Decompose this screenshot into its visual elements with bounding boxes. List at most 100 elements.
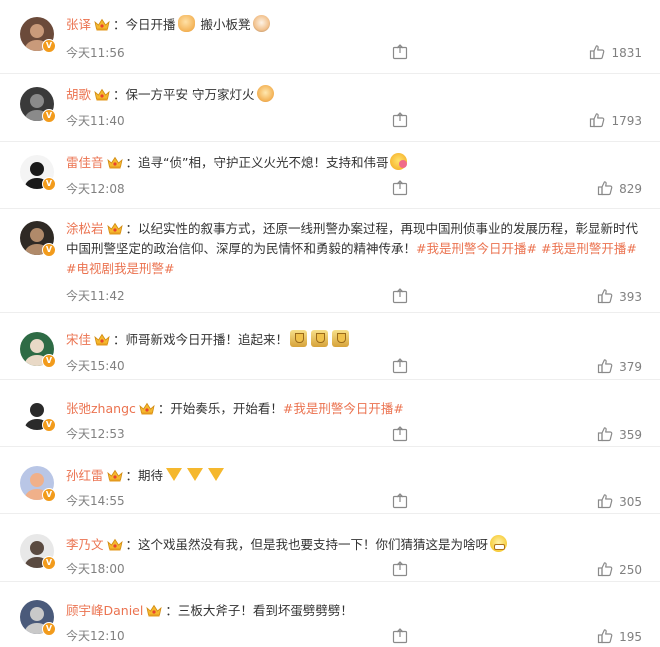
like-count: 393 [619, 290, 642, 304]
crown-icon [146, 603, 162, 617]
like-button[interactable]: 393 [597, 287, 642, 307]
verified-badge: V [42, 177, 56, 191]
share-icon[interactable] [392, 426, 408, 442]
like-button[interactable]: 829 [597, 179, 642, 199]
comment-text: 涂松岩 ：以纪实性的叙事方式，还原一线刑警办案过程，再现中国刑侦事业的发展历程，彰… [66, 219, 642, 279]
comment-item: V 顾宇峰Daniel ：三板大斧子！看到坏蛋劈劈劈！ 今天12:10 195 [0, 582, 660, 647]
share-icon[interactable] [392, 180, 408, 196]
username-link[interactable]: 李乃文 [66, 537, 104, 552]
share-icon[interactable] [392, 493, 408, 509]
topic-link[interactable]: #我是刑警今日开播# [416, 241, 537, 256]
username-link[interactable]: 涂松岩 [66, 221, 104, 236]
pointing-down-emoji [186, 466, 204, 483]
crown-icon [106, 221, 123, 235]
thumbs-up-icon [597, 561, 619, 580]
like-button[interactable]: 1793 [589, 111, 642, 131]
like-button[interactable]: 379 [597, 357, 642, 377]
separator: ： [125, 468, 139, 483]
like-count: 1793 [611, 114, 642, 128]
timestamp: 今天11:56 [66, 46, 125, 60]
share-icon[interactable] [392, 628, 408, 644]
comment-content: 这个戏虽然没有我，但是我也要支持一下！你们猜猜这是为啥呀 [138, 537, 489, 552]
like-button[interactable]: 250 [597, 560, 642, 580]
share-icon[interactable] [392, 112, 408, 128]
timestamp: 今天11:40 [66, 114, 125, 128]
comment-text: 雷佳音 ：追寻“侦”相，守护正义火光不熄！支持和伟哥 [66, 153, 642, 173]
comment-actions: 1793 [392, 111, 642, 131]
comment-content: 保一方平安 守万家灯火 [125, 87, 255, 102]
comment-text: 宋佳 ：师哥新戏今日开播！追起来！ [66, 330, 642, 350]
timestamp: 今天18:00 [66, 562, 125, 576]
topic-link[interactable]: #我是刑警开播# [541, 241, 637, 256]
verified-badge: V [42, 418, 56, 432]
comment-actions: 305 [392, 492, 642, 512]
verified-badge: V [42, 39, 56, 53]
timestamp: 今天14:55 [66, 494, 125, 508]
crown-icon [94, 332, 110, 346]
username-link[interactable]: 胡歌 [66, 87, 91, 102]
cat-emoji [252, 15, 270, 32]
thumbs-up-emoji [177, 15, 195, 32]
crown-icon [94, 17, 110, 31]
separator: ： [165, 603, 178, 618]
like-count: 359 [619, 428, 642, 442]
comment-item: V 宋佳 ：师哥新戏今日开播！追起来！ 今天15:40 379 [0, 313, 660, 380]
comment-actions: 393 [392, 287, 642, 307]
thumbs-up-icon [589, 44, 611, 63]
username-link[interactable]: 孙红雷 [66, 468, 104, 483]
crown-icon [106, 468, 123, 482]
comment-content: 追寻“侦”相，守护正义火光不熄！支持和伟哥 [138, 155, 389, 170]
thumbs-up-icon [597, 358, 619, 377]
share-icon[interactable] [392, 44, 408, 60]
share-icon[interactable] [392, 561, 408, 577]
topic-link[interactable]: #我是刑警今日开播# [283, 401, 404, 416]
share-icon[interactable] [392, 288, 408, 304]
comment-list: V 张译 ：今日开播 搬小板凳 今天11:56 1831 V 胡歌 ：保一方平安 守万家灯火今… [0, 0, 660, 647]
username-link[interactable]: 张译 [66, 17, 91, 32]
thumbs-up-icon [597, 628, 619, 647]
comment-text: 孙红雷 ：期待 [66, 466, 642, 486]
like-count: 379 [619, 360, 642, 374]
username-link[interactable]: 张弛zhangc [66, 401, 136, 416]
username-link[interactable]: 宋佳 [66, 332, 91, 347]
comment-item: V 张弛zhangc ：开始奏乐，开始看！#我是刑警今日开播# 今天12:53 359 [0, 380, 660, 447]
thumbs-up-icon [597, 493, 619, 512]
timestamp: 今天12:08 [66, 182, 125, 196]
comment-content: 期待 [138, 468, 164, 483]
comment-content: 师哥新戏今日开播！追起来！ [125, 332, 289, 347]
comment-actions: 250 [392, 560, 642, 580]
like-button[interactable]: 1831 [589, 43, 642, 63]
username-link[interactable]: 顾宇峰Daniel [66, 603, 143, 618]
separator: ： [125, 537, 139, 552]
candle-emoji [256, 85, 274, 102]
thumbs-up-icon [597, 180, 619, 199]
trophy-emoji [332, 330, 350, 347]
comment-content: 三板大斧子！看到坏蛋劈劈劈！ [177, 603, 353, 618]
like-count: 195 [619, 630, 642, 644]
trophy-emoji [290, 330, 308, 347]
comment-actions: 1831 [392, 43, 642, 63]
comment-content: 搬小板凳 [196, 17, 251, 32]
topic-link[interactable]: #电视剧我是刑警# [66, 261, 174, 276]
separator: ： [157, 401, 171, 416]
username-link[interactable]: 雷佳音 [66, 155, 104, 170]
comment-actions: 829 [392, 179, 642, 199]
like-button[interactable]: 195 [597, 627, 642, 647]
separator: ： [113, 17, 126, 32]
timestamp: 今天15:40 [66, 359, 125, 373]
like-button[interactable]: 359 [597, 425, 642, 445]
separator: ： [113, 87, 126, 102]
crown-icon [106, 537, 123, 551]
pointing-down-emoji [165, 466, 183, 483]
verified-badge: V [42, 488, 56, 502]
like-count: 305 [619, 495, 642, 509]
comment-item: V 胡歌 ：保一方平安 守万家灯火 今天11:40 1793 [0, 74, 660, 142]
comment-item: V 李乃文 ：这个戏虽然没有我，但是我也要支持一下！你们猜猜这是为啥呀 今天18:00… [0, 514, 660, 582]
comment-item: V 涂松岩 ：以纪实性的叙事方式，还原一线刑警办案过程，再现中国刑侦事业的发展历程，… [0, 209, 660, 313]
comment-item: V 孙红雷 ：期待 今天14:55 305 [0, 447, 660, 514]
thumbs-up-icon [589, 112, 611, 131]
share-icon[interactable] [392, 358, 408, 374]
like-button[interactable]: 305 [597, 492, 642, 512]
comment-actions: 379 [392, 357, 642, 377]
crown-icon [94, 87, 110, 101]
